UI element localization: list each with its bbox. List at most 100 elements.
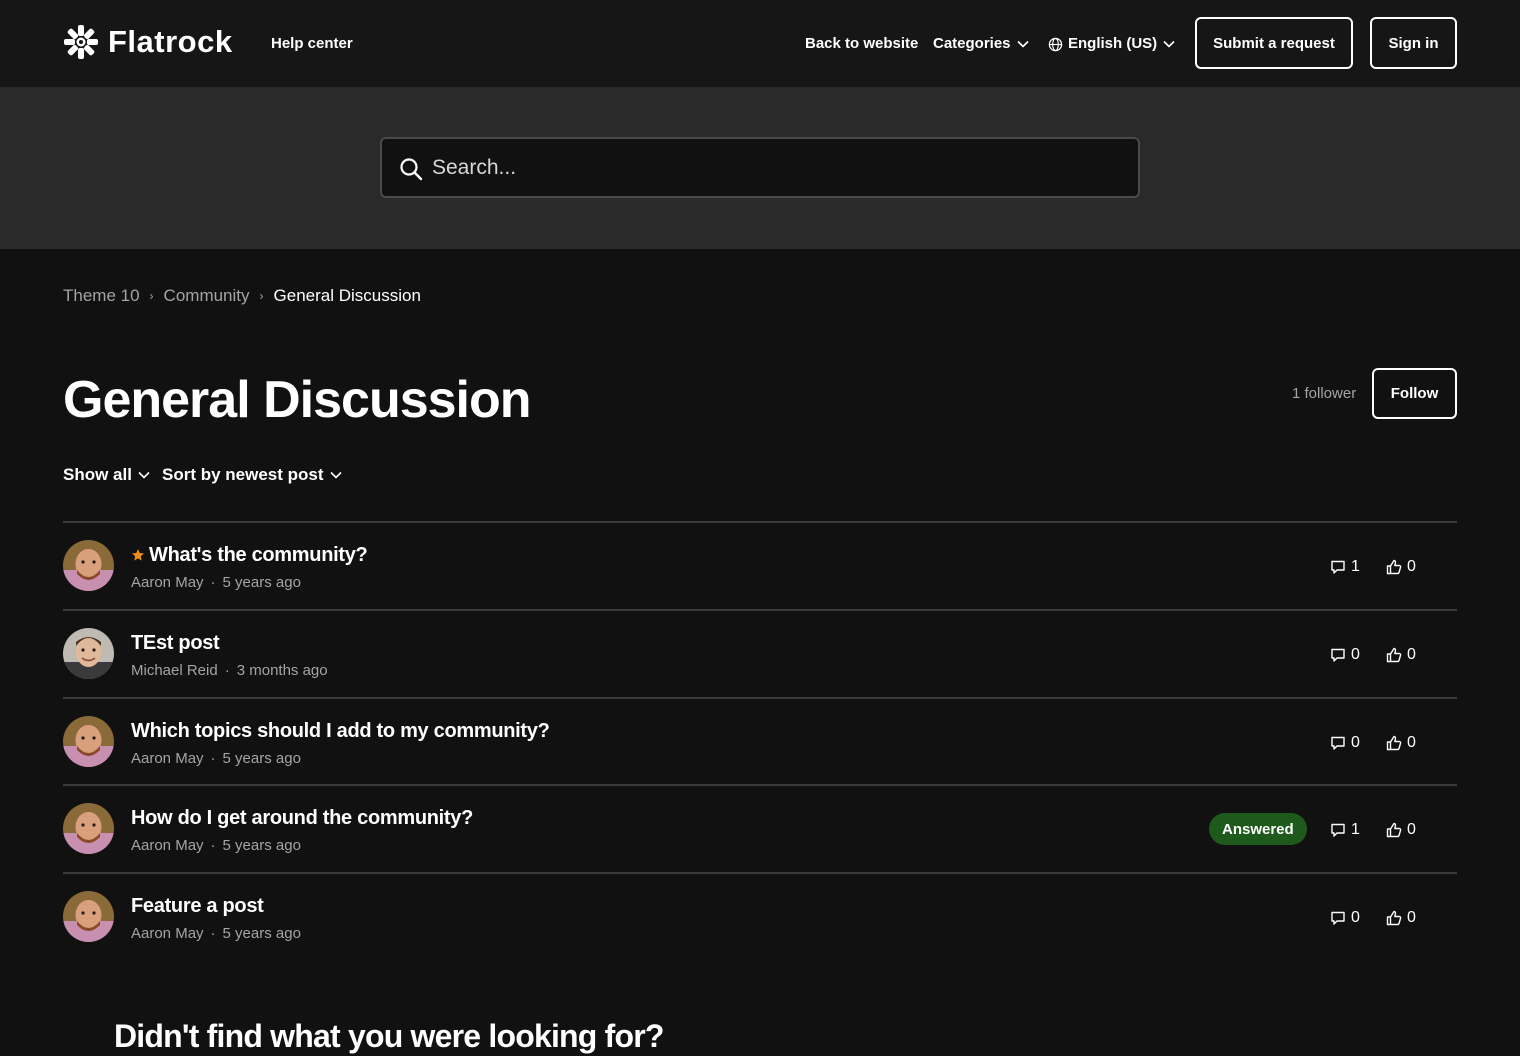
comment-count: 0 xyxy=(1330,908,1360,928)
post-time: 5 years ago xyxy=(222,837,301,855)
search-input[interactable] xyxy=(432,151,1122,185)
post-title: What's the community? xyxy=(149,544,368,566)
comment-count-value: 0 xyxy=(1351,645,1360,663)
sort-label: Sort by newest post xyxy=(162,465,324,484)
post-author[interactable]: Aaron May xyxy=(131,925,204,942)
comment-count: 0 xyxy=(1330,733,1360,753)
post-title-link[interactable]: How do I get around the community? xyxy=(131,805,473,831)
breadcrumb-link-community[interactable]: Community xyxy=(164,285,250,307)
flatrock-logo-icon xyxy=(64,25,98,59)
post-meta: Aaron May · 5 years ago xyxy=(131,924,301,944)
post-title-link[interactable]: What's the community? xyxy=(131,542,368,568)
comment-count-value: 1 xyxy=(1351,558,1360,575)
vote-count-value: 0 xyxy=(1407,558,1416,575)
chevron-down-icon xyxy=(329,471,342,479)
brand-name: Flatrock xyxy=(108,24,233,59)
comment-count-value: 1 xyxy=(1351,821,1360,839)
post-title: TEst post xyxy=(131,631,220,654)
post-title-link[interactable]: Which topics should I add to my communit… xyxy=(131,718,550,744)
categories-label: Categories xyxy=(933,35,1011,52)
post-row: Feature a post Aaron May · 5 years ago 0 0 xyxy=(63,872,1457,960)
follow-button[interactable]: Follow xyxy=(1372,368,1457,419)
post-time: 5 years ago xyxy=(222,749,301,767)
avatar[interactable] xyxy=(63,540,114,591)
sign-in-button[interactable]: Sign in xyxy=(1370,17,1457,69)
post-time: 5 years ago xyxy=(222,925,301,942)
post-row: What's the community? Aaron May · 5 years … xyxy=(63,521,1457,609)
sort-dropdown[interactable]: Sort by newest post xyxy=(162,465,342,485)
vote-count: 0 xyxy=(1386,645,1416,665)
language-label: English (US) xyxy=(1068,35,1158,52)
post-author[interactable]: Michael Reid xyxy=(131,662,218,679)
vote-count-value: 0 xyxy=(1407,821,1416,839)
meta-separator: · xyxy=(210,837,216,855)
chevron-down-icon xyxy=(138,471,150,479)
help-center-label[interactable]: Help center xyxy=(271,34,353,54)
help-cta-heading: Didn't find what you were looking for? xyxy=(114,1018,664,1054)
meta-separator: · xyxy=(224,661,230,679)
comment-icon xyxy=(1331,911,1345,925)
post-row: TEst post Michael Reid · 3 months ago 0 0 xyxy=(63,608,1457,697)
vote-count: 0 xyxy=(1386,733,1416,753)
brand-logo[interactable]: Flatrock xyxy=(63,24,233,60)
chevron-down-icon xyxy=(1163,40,1175,48)
categories-dropdown[interactable]: Categories xyxy=(933,34,1029,54)
post-list: What's the community? Aaron May · 5 years … xyxy=(63,521,1457,960)
comment-icon xyxy=(1331,824,1345,837)
meta-separator: · xyxy=(210,574,216,591)
star-icon xyxy=(132,549,144,561)
page-title: General Discussion xyxy=(63,371,532,429)
post-time: 3 months ago xyxy=(236,661,328,679)
show-filter-dropdown[interactable]: Show all xyxy=(63,465,150,485)
avatar[interactable] xyxy=(63,803,114,855)
thumbs-up-icon xyxy=(1386,823,1402,838)
breadcrumb-link-theme[interactable]: Theme 10 xyxy=(63,285,140,307)
post-meta: Michael Reid · 3 months ago xyxy=(131,661,328,681)
post-meta: Aaron May · 5 years ago xyxy=(131,836,301,856)
meta-separator: · xyxy=(210,749,216,767)
post-author[interactable]: Aaron May xyxy=(131,837,204,854)
language-selector[interactable]: English (US) xyxy=(1048,34,1175,54)
post-meta: Aaron May · 5 years ago xyxy=(131,573,301,593)
post-title: How do I get around the community? xyxy=(131,807,474,830)
meta-separator: · xyxy=(210,925,216,942)
vote-count: 0 xyxy=(1386,557,1416,577)
post-author[interactable]: Aaron May xyxy=(131,750,204,767)
post-author[interactable]: Aaron May xyxy=(131,574,204,591)
search-box[interactable] xyxy=(380,137,1140,198)
post-title: Feature a post xyxy=(131,895,264,917)
comment-count-value: 0 xyxy=(1351,909,1360,926)
vote-count: 0 xyxy=(1386,908,1416,928)
comment-icon xyxy=(1331,560,1345,574)
breadcrumb-current: General Discussion xyxy=(273,286,421,305)
thumbs-up-icon xyxy=(1386,735,1402,750)
post-title: Which topics should I add to my communit… xyxy=(131,719,550,742)
comment-icon xyxy=(1331,736,1345,750)
comment-count-value: 0 xyxy=(1351,733,1360,751)
show-filter-label: Show all xyxy=(63,465,132,484)
answered-badge: Answered xyxy=(1209,813,1307,846)
post-title-link[interactable]: Feature a post xyxy=(131,893,264,919)
search-band xyxy=(0,87,1520,249)
comment-count: 1 xyxy=(1330,820,1360,840)
avatar[interactable] xyxy=(63,715,114,767)
comment-icon xyxy=(1331,648,1345,662)
breadcrumb-separator: › xyxy=(259,289,264,303)
avatar[interactable] xyxy=(63,891,114,942)
post-row: Which topics should I add to my communit… xyxy=(63,696,1457,785)
breadcrumb-separator: › xyxy=(149,289,154,303)
follower-count: 1 follower xyxy=(1292,385,1357,402)
thumbs-up-icon xyxy=(1386,559,1402,575)
vote-count-value: 0 xyxy=(1407,909,1416,926)
thumbs-up-icon xyxy=(1386,910,1402,926)
post-row: How do I get around the community? Aaron… xyxy=(63,784,1457,872)
chevron-down-icon xyxy=(1016,40,1029,48)
vote-count-value: 0 xyxy=(1407,645,1416,663)
submit-request-button[interactable]: Submit a request xyxy=(1195,17,1353,69)
avatar[interactable] xyxy=(63,627,114,679)
post-title-link[interactable]: TEst post xyxy=(131,630,220,656)
back-to-website-link[interactable]: Back to website xyxy=(805,34,918,54)
thumbs-up-icon xyxy=(1386,647,1402,662)
vote-count: 0 xyxy=(1386,820,1416,840)
vote-count-value: 0 xyxy=(1407,733,1416,751)
